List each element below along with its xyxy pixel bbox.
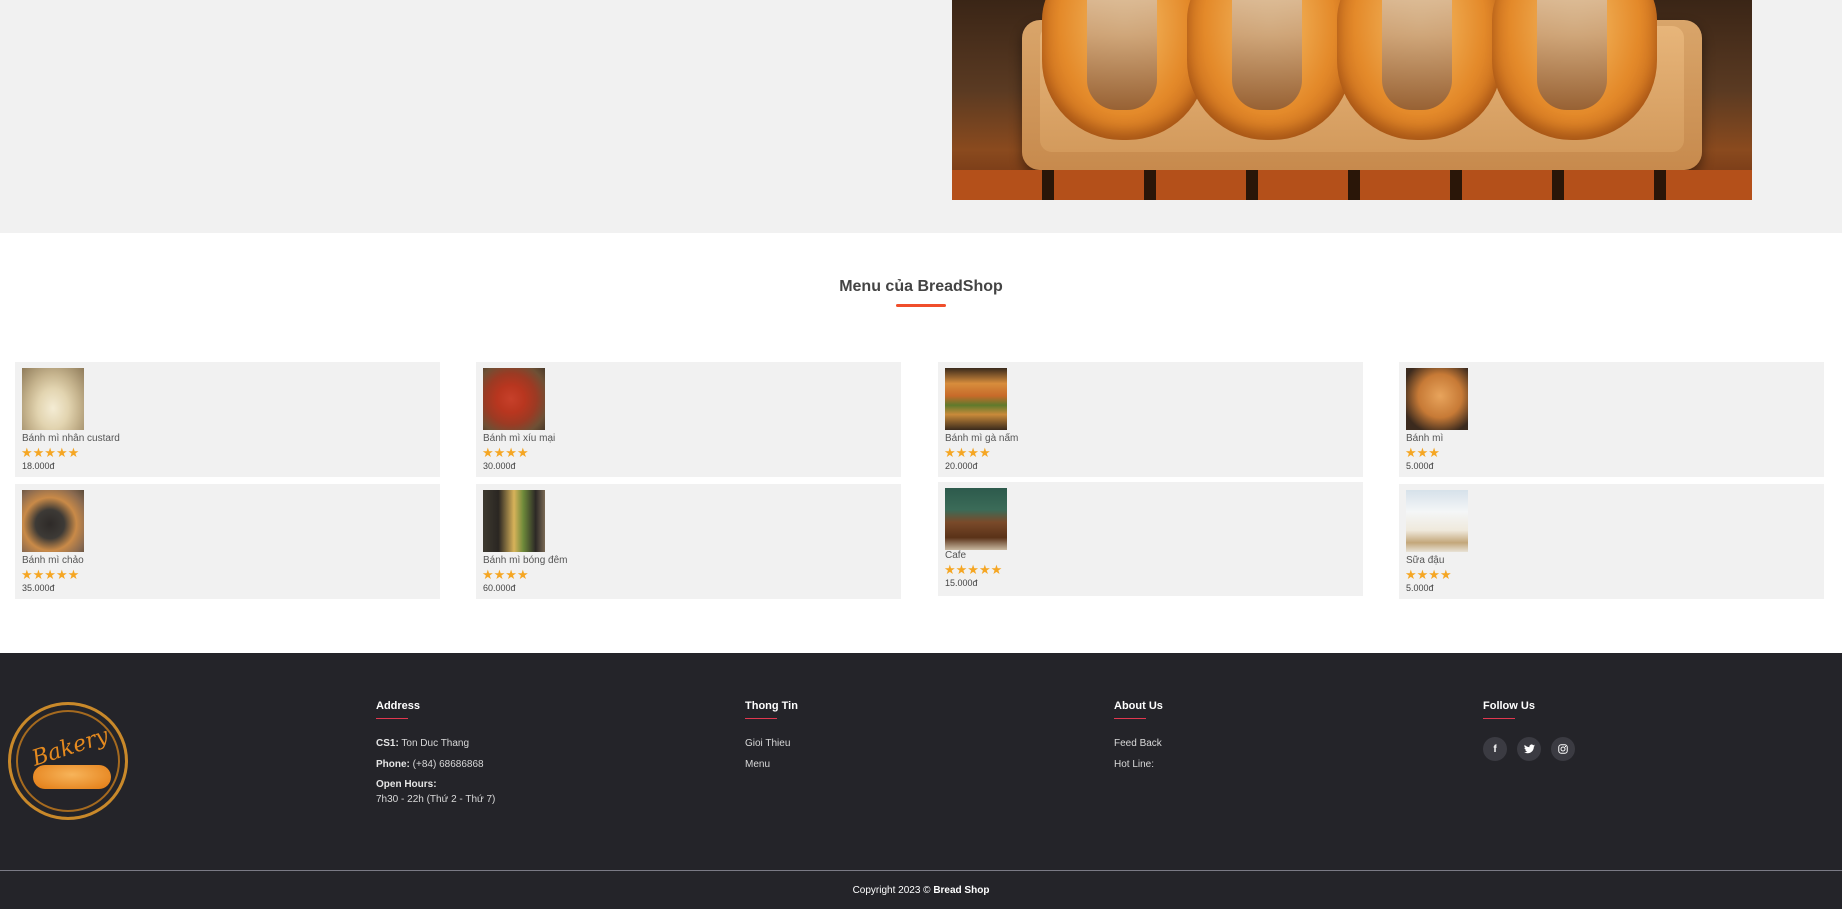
product-card[interactable]: Bánh mì ★★★ 5.000đ [1399, 362, 1824, 477]
product-price: 5.000đ [1406, 461, 1434, 471]
rating-stars: ★★★★ [944, 445, 991, 460]
footer: Bakery Address CS1: Ton Duc Thang Phone:… [0, 653, 1842, 871]
hero-banh-mi-image [952, 0, 1752, 200]
product-image[interactable] [945, 368, 1007, 430]
twitter-icon[interactable] [1517, 737, 1541, 761]
product-card[interactable]: Cafe ★★★★★ 15.000đ [938, 482, 1363, 596]
about-title: About Us [1114, 700, 1163, 712]
address-hours-label: Open Hours: [376, 779, 437, 790]
product-card[interactable]: Bánh mì bóng đêm ★★★★ 60.000đ [476, 484, 901, 599]
product-card[interactable]: Bánh mì nhân custard ★★★★★ 18.000đ [15, 362, 440, 477]
address-cs1: CS1: Ton Duc Thang [376, 738, 470, 749]
product-name[interactable]: Bánh mì chảo [22, 555, 84, 566]
rating-stars: ★★★★ [1405, 567, 1452, 582]
product-card[interactable]: Bánh mì chảo ★★★★★ 35.000đ [15, 484, 440, 599]
address-title: Address [376, 700, 421, 712]
footer-link-gioi-thieu[interactable]: Gioi Thieu [745, 738, 790, 749]
product-image[interactable] [483, 490, 545, 552]
product-image[interactable] [1406, 490, 1468, 552]
product-card[interactable]: Sữa đậu ★★★★ 5.000đ [1399, 484, 1824, 599]
footer-link-hotline[interactable]: Hot Line: [1114, 759, 1154, 770]
rating-stars: ★★★★ [482, 567, 529, 582]
product-name[interactable]: Bánh mì bóng đêm [483, 555, 568, 566]
footer-link-feedback[interactable]: Feed Back [1114, 738, 1162, 749]
product-image[interactable] [483, 368, 545, 430]
follow-underline [1483, 718, 1515, 719]
product-card[interactable]: Bánh mì xíu mại ★★★★ 30.000đ [476, 362, 901, 477]
menu-title: Menu của BreadShop [839, 278, 1003, 295]
product-name[interactable]: Bánh mì nhân custard [22, 433, 120, 444]
product-name[interactable]: Sữa đậu [1406, 555, 1444, 566]
product-image[interactable] [22, 368, 84, 430]
footer-link-menu[interactable]: Menu [745, 759, 770, 770]
address-underline [376, 718, 408, 719]
product-price: 5.000đ [1406, 583, 1434, 593]
rating-stars: ★★★ [1405, 445, 1440, 460]
product-price: 20.000đ [945, 461, 978, 471]
product-price: 60.000đ [483, 583, 516, 593]
facebook-icon[interactable]: f [1483, 737, 1507, 761]
bread-icon [33, 765, 111, 789]
about-underline [1114, 718, 1146, 719]
address-phone: Phone: (+84) 68686868 [376, 759, 484, 770]
product-price: 18.000đ [22, 461, 55, 471]
product-name[interactable]: Bánh mì gà nấm [945, 433, 1018, 444]
product-image[interactable] [1406, 368, 1468, 430]
bakery-logo[interactable]: Bakery [8, 702, 128, 820]
rating-stars: ★★★★ [482, 445, 529, 460]
copyright-bar: Copyright 2023 © Bread Shop [0, 870, 1842, 909]
address-hours-value: 7h30 - 22h (Thứ 2 - Thứ 7) [376, 794, 496, 805]
info-title: Thong Tin [745, 700, 798, 712]
menu-title-underline [896, 304, 946, 307]
rating-stars: ★★★★★ [21, 445, 80, 460]
product-name[interactable]: Cafe [945, 550, 966, 561]
product-name[interactable]: Bánh mì [1406, 433, 1443, 444]
product-card[interactable]: Bánh mì gà nấm ★★★★ 20.000đ [938, 362, 1363, 477]
hero-section [0, 0, 1842, 233]
instagram-icon[interactable] [1551, 737, 1575, 761]
copyright-text: Copyright 2023 © Bread Shop [852, 885, 990, 896]
product-price: 15.000đ [945, 578, 978, 588]
info-underline [745, 718, 777, 719]
product-price: 35.000đ [22, 583, 55, 593]
follow-title: Follow Us [1483, 700, 1535, 712]
rating-stars: ★★★★★ [21, 567, 80, 582]
product-name[interactable]: Bánh mì xíu mại [483, 433, 555, 444]
product-image[interactable] [945, 488, 1007, 550]
product-price: 30.000đ [483, 461, 516, 471]
product-image[interactable] [22, 490, 84, 552]
rating-stars: ★★★★★ [944, 562, 1003, 577]
